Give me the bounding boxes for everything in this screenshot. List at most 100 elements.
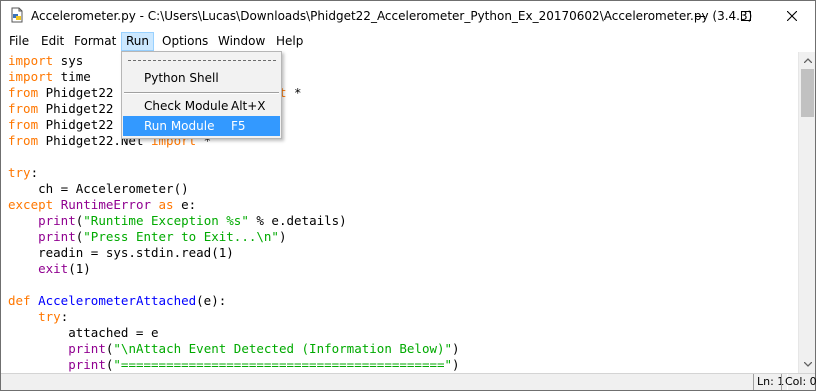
menu-item-check-module[interactable]: Check Module Alt+X <box>123 96 280 116</box>
code-token: print <box>68 341 106 356</box>
chevron-down-icon <box>803 362 812 367</box>
code-token: sys <box>53 53 84 68</box>
code-token: time <box>53 69 91 84</box>
status-column-number: Col: 0 <box>781 374 816 390</box>
code-line: readin = sys.stdin.read(1) <box>8 245 234 261</box>
title-bar[interactable]: Accelerometer.py - C:\Users\Lucas\Downlo… <box>1 1 815 31</box>
code-line: print("Press Enter to Exit...\n") <box>8 229 286 245</box>
code-token: import <box>8 69 54 84</box>
code-token: Phidget22 <box>38 101 114 116</box>
menu-item-label: Run Module <box>144 119 215 133</box>
code-line: import sys <box>8 53 83 69</box>
code-token: print <box>68 357 106 372</box>
menu-tearoff[interactable] <box>128 60 276 61</box>
code-token: "Press Enter to Exit...\n" <box>83 229 279 244</box>
code-token: ) <box>452 341 460 356</box>
scroll-thumb[interactable] <box>801 69 814 117</box>
code-token: as <box>158 197 174 212</box>
code-token: from <box>8 117 39 132</box>
run-menu-dropdown: Python Shell Check Module Alt+X Run Modu… <box>121 51 282 139</box>
code-token: from <box>8 101 39 116</box>
code-token: print <box>38 229 76 244</box>
code-token: try <box>38 309 61 324</box>
code-token: try <box>8 165 31 180</box>
idle-editor-window: Accelerometer.py - C:\Users\Lucas\Downlo… <box>0 0 816 391</box>
code-line: try: <box>8 309 68 325</box>
code-line: def AccelerometerAttached(e): <box>8 293 226 309</box>
code-token: from <box>8 85 39 100</box>
code-token: * <box>286 85 302 100</box>
code-token: def <box>8 293 31 308</box>
menu-item-shortcut: Alt+X <box>231 99 266 113</box>
menu-item-shortcut: F5 <box>231 119 246 133</box>
code-token: e: <box>173 197 197 212</box>
code-token: % e.details) <box>248 213 347 228</box>
menu-run[interactable]: Run <box>121 32 155 51</box>
window-title: Accelerometer.py - C:\Users\Lucas\Downlo… <box>31 9 753 23</box>
code-token: exit <box>38 261 69 276</box>
code-token: Phidget22 <box>38 85 114 100</box>
code-line: attached = e <box>8 325 159 341</box>
close-icon <box>787 11 797 21</box>
maximize-button[interactable] <box>723 1 769 31</box>
minimize-button[interactable] <box>677 1 723 31</box>
menu-item-label: Check Module <box>144 99 229 113</box>
code-token: : <box>30 165 39 180</box>
code-line: print("\nAttach Event Detected (Informat… <box>8 341 460 357</box>
scroll-down-button[interactable] <box>799 356 816 373</box>
status-bar: Ln: 1 Col: 0 <box>1 373 816 390</box>
scroll-up-button[interactable] <box>799 52 816 69</box>
menu-item-python-shell[interactable]: Python Shell <box>123 68 280 88</box>
code-line: except RuntimeError as e: <box>8 197 196 213</box>
code-token: from <box>8 133 39 148</box>
code-token: : <box>60 309 69 324</box>
code-line: import time <box>8 69 91 85</box>
menu-item-label: Python Shell <box>144 71 219 85</box>
code-token: print <box>38 213 76 228</box>
code-token: "Runtime Exception %s" <box>83 213 249 228</box>
code-line: print("Runtime Exception %s" % e.details… <box>8 213 347 229</box>
code-token: "=======================================… <box>113 357 453 372</box>
code-token: ) <box>278 229 287 244</box>
code-token: ) <box>452 357 460 372</box>
menu-format[interactable]: Format <box>70 32 120 51</box>
python-file-icon <box>11 7 23 23</box>
code-token: AccelerometerAttached <box>38 293 197 308</box>
menu-window[interactable]: Window <box>214 32 269 51</box>
menu-bar: File Edit Format Run Options Window Help <box>1 31 815 51</box>
code-token: readin = sys.stdin.read(1) <box>8 245 234 260</box>
code-line: exit(1) <box>8 261 91 277</box>
menu-file[interactable]: File <box>5 32 33 51</box>
code-line: try: <box>8 165 38 181</box>
chevron-up-icon <box>803 58 812 63</box>
code-line: ch = Accelerometer() <box>8 181 189 197</box>
code-token: "\nAttach Event Detected (Information Be… <box>113 341 453 356</box>
menu-options[interactable]: Options <box>158 32 212 51</box>
maximize-icon <box>741 11 751 21</box>
code-line: from Phidget22 <box>8 117 113 133</box>
code-token: Phidget22 <box>38 117 114 132</box>
code-token: (1) <box>68 261 91 276</box>
code-line: print("=================================… <box>8 357 460 373</box>
code-token: (e): <box>196 293 227 308</box>
close-button[interactable] <box>769 1 815 31</box>
code-token: except <box>8 197 54 212</box>
menu-item-run-module[interactable]: Run Module F5 <box>123 116 280 136</box>
vertical-scrollbar[interactable] <box>798 52 815 373</box>
menu-edit[interactable]: Edit <box>37 32 68 51</box>
code-token: attached = e <box>8 325 159 340</box>
code-token: RuntimeError <box>60 197 151 212</box>
menu-separator <box>124 92 279 94</box>
minimize-icon <box>695 16 705 17</box>
code-token: import <box>8 53 54 68</box>
menu-help[interactable]: Help <box>272 32 307 51</box>
